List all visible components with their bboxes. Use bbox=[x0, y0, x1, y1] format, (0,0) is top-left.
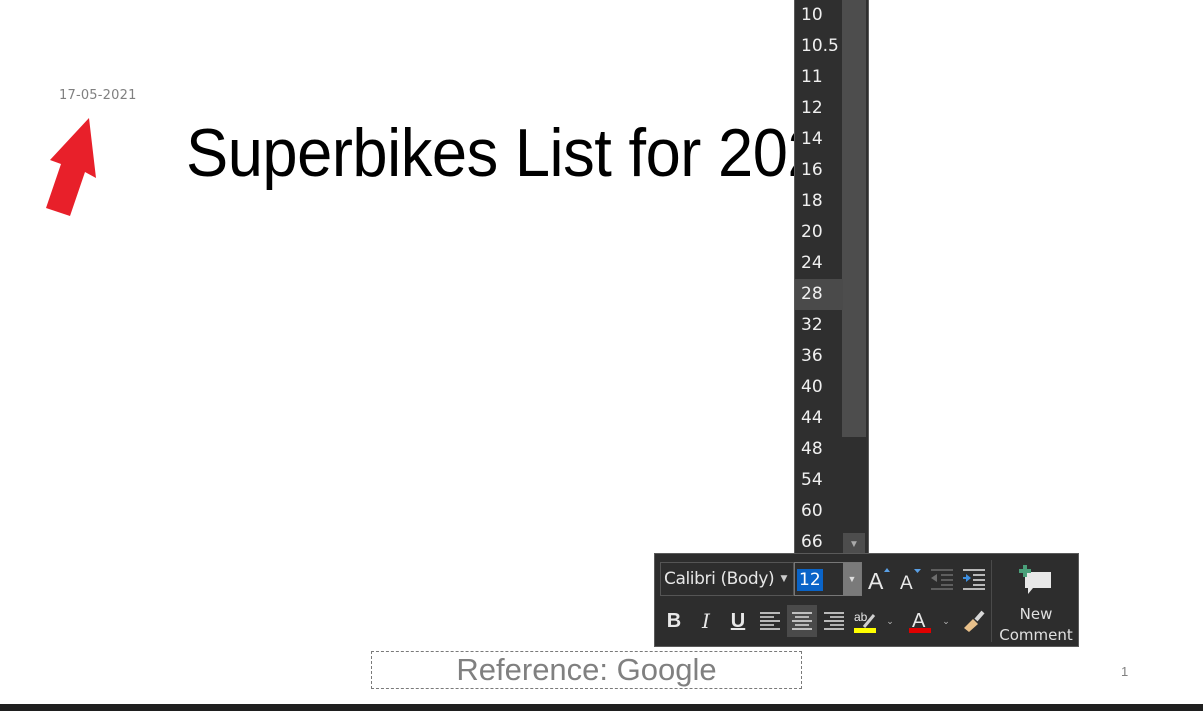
font-name-combobox[interactable]: Calibri (Body) ▼ bbox=[660, 562, 794, 596]
red-arrow-annotation bbox=[46, 118, 96, 216]
font-size-option[interactable]: 14 bbox=[795, 124, 843, 155]
font-size-combobox[interactable]: 12 ▼ bbox=[794, 562, 862, 596]
dropdown-scroll-thumb[interactable] bbox=[842, 0, 866, 437]
align-center-button[interactable] bbox=[787, 605, 817, 637]
align-center-icon bbox=[792, 612, 812, 630]
decrease-indent-icon bbox=[931, 569, 953, 590]
toolbar-separator bbox=[991, 560, 992, 642]
align-right-button[interactable] bbox=[819, 605, 849, 637]
bold-button[interactable]: B bbox=[659, 605, 689, 637]
font-size-option[interactable]: 11 bbox=[795, 62, 843, 93]
font-size-option[interactable]: 48 bbox=[795, 434, 843, 465]
align-right-icon bbox=[824, 612, 844, 630]
svg-text:A: A bbox=[868, 568, 884, 592]
font-size-option[interactable]: 24 bbox=[795, 248, 843, 279]
mini-formatting-toolbar: Calibri (Body) ▼ 12 ▼ A A B I U ab ⌄ A ⌄… bbox=[654, 553, 1079, 647]
font-name-value: Calibri (Body) bbox=[664, 569, 775, 589]
shrink-font-button[interactable]: A bbox=[895, 563, 925, 595]
font-size-option[interactable]: 20 bbox=[795, 217, 843, 248]
slide-date: 17-05-2021 bbox=[59, 88, 137, 103]
footer-text: Reference: Google bbox=[456, 652, 717, 687]
font-size-option[interactable]: 16 bbox=[795, 155, 843, 186]
format-painter-button[interactable] bbox=[959, 605, 989, 637]
font-size-option[interactable]: 40 bbox=[795, 372, 843, 403]
font-size-option[interactable]: 28 bbox=[795, 279, 843, 310]
font-size-option[interactable]: 10 bbox=[795, 0, 843, 31]
font-color-icon: A bbox=[909, 610, 931, 633]
font-size-dropdown-button[interactable]: ▼ bbox=[843, 563, 861, 595]
increase-indent-button[interactable] bbox=[959, 563, 989, 595]
format-painter-icon bbox=[964, 610, 985, 632]
chevron-down-icon[interactable]: ▼ bbox=[780, 563, 787, 595]
font-size-option[interactable]: 36 bbox=[795, 341, 843, 372]
svg-text:A: A bbox=[900, 573, 913, 592]
align-left-icon bbox=[760, 612, 780, 630]
highlighter-icon: ab bbox=[854, 610, 876, 633]
slide-number: 1 bbox=[1121, 664, 1129, 679]
highlight-color-dropdown[interactable]: ⌄ bbox=[883, 605, 897, 637]
font-size-option[interactable]: 10.5 bbox=[795, 31, 843, 62]
font-size-option[interactable]: 32 bbox=[795, 310, 843, 341]
scroll-down-arrow-icon[interactable]: ▼ bbox=[843, 533, 865, 555]
grow-font-icon: A bbox=[868, 568, 890, 592]
new-comment-button[interactable]: New Comment bbox=[995, 560, 1077, 644]
shrink-font-icon: A bbox=[900, 569, 921, 592]
highlight-button[interactable]: ab bbox=[851, 605, 881, 637]
font-color-dropdown[interactable]: ⌄ bbox=[939, 605, 953, 637]
new-comment-label-line2: Comment bbox=[999, 626, 1073, 644]
new-comment-icon bbox=[1019, 565, 1051, 594]
font-color-button[interactable]: A bbox=[905, 605, 935, 637]
footer-textbox[interactable]: Reference: Google bbox=[371, 651, 802, 689]
font-size-value[interactable]: 12 bbox=[797, 569, 823, 591]
status-bar-edge bbox=[0, 704, 1203, 711]
font-size-option[interactable]: 12 bbox=[795, 93, 843, 124]
svg-text:ab: ab bbox=[854, 610, 868, 624]
new-comment-label-line1: New bbox=[1019, 605, 1053, 623]
font-size-option[interactable]: 18 bbox=[795, 186, 843, 217]
font-size-options: 10 10.5 11 12 14 16 18 20 24 28 32 36 40 44 48 54 60 66 bbox=[795, 0, 843, 558]
font-size-option[interactable]: 60 bbox=[795, 496, 843, 527]
slide-title[interactable]: Superbikes List for 2021 bbox=[186, 114, 857, 192]
font-size-option[interactable]: 44 bbox=[795, 403, 843, 434]
font-size-option[interactable]: 54 bbox=[795, 465, 843, 496]
grow-font-button[interactable]: A bbox=[864, 563, 894, 595]
italic-button[interactable]: I bbox=[691, 605, 721, 637]
font-size-dropdown-list[interactable]: 10 10.5 11 12 14 16 18 20 24 28 32 36 40 44 48 54 60 66 ▼ bbox=[794, 0, 869, 558]
arrow-shape bbox=[46, 118, 96, 216]
decrease-indent-button[interactable] bbox=[927, 563, 957, 595]
align-left-button[interactable] bbox=[755, 605, 785, 637]
underline-button[interactable]: U bbox=[723, 605, 753, 637]
increase-indent-icon bbox=[963, 569, 985, 590]
